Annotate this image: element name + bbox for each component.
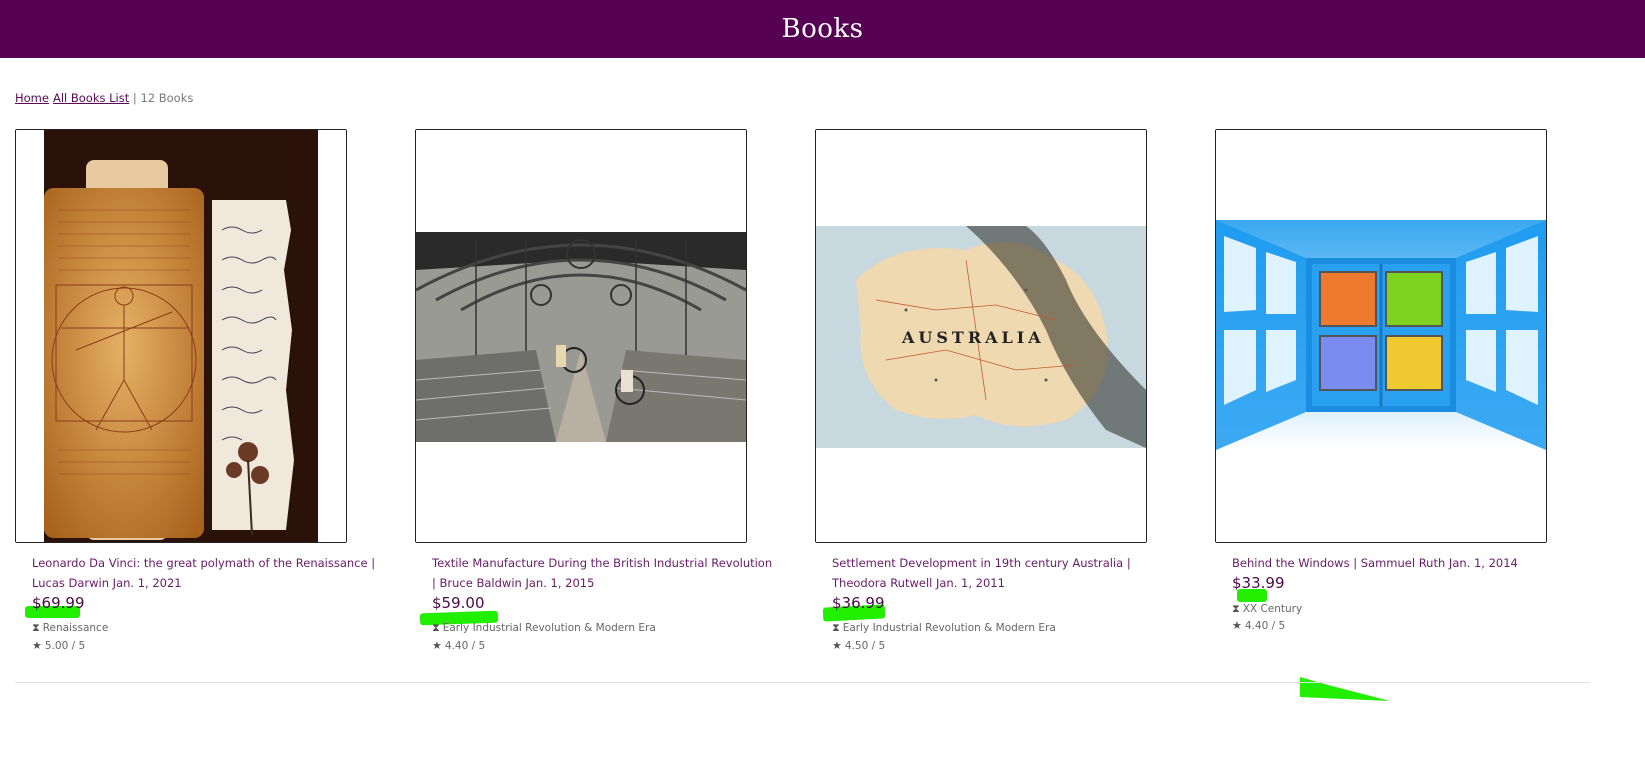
book-cover-image[interactable]: [415, 129, 747, 543]
section-divider: [15, 682, 1590, 683]
site-header: Books: [0, 0, 1645, 58]
book-era: ⧗ Renaissance: [32, 621, 108, 635]
hourglass-icon: ⧗: [832, 621, 840, 634]
book-price: $59.00: [432, 594, 485, 612]
book-title-line2[interactable]: Theodora Rutwell Jan. 1, 2011: [832, 576, 1005, 590]
book-title-line2[interactable]: Lucas Darwin Jan. 1, 2021: [32, 576, 182, 590]
book-price: $36.99: [832, 594, 885, 612]
book-title-link[interactable]: Leonardo Da Vinci: the great polymath of…: [32, 553, 382, 593]
book-title-line1[interactable]: Leonardo Da Vinci: the great polymath of…: [32, 556, 375, 570]
hourglass-icon: ⧗: [1232, 602, 1240, 615]
book-title-link[interactable]: Behind the Windows | Sammuel Ruth Jan. 1…: [1232, 553, 1582, 573]
book-era-label: XX Century: [1242, 603, 1303, 615]
book-era: ⧗ Early Industrial Revolution & Modern Er…: [432, 621, 656, 635]
book-price: $33.99: [1232, 574, 1285, 592]
hourglass-icon: ⧗: [432, 621, 440, 634]
book-cover-image[interactable]: [15, 129, 347, 543]
book-era-label: Early Industrial Revolution & Modern Era: [442, 622, 656, 634]
book-rating-value: 4.50 / 5: [844, 640, 886, 652]
book-rating-value: 4.40 / 5: [1244, 620, 1286, 632]
book-title-line1[interactable]: Behind the Windows | Sammuel Ruth Jan. 1…: [1232, 556, 1518, 570]
home-link[interactable]: Home: [15, 91, 49, 105]
breadcrumb: Home All Books List | 12 Books: [15, 91, 193, 105]
book-cover-image[interactable]: AUSTRALIA: [815, 129, 1147, 543]
book-rating-value: 5.00 / 5: [44, 640, 86, 652]
book-era-label: Renaissance: [42, 622, 109, 634]
book-price: $69.99: [32, 594, 85, 612]
star-icon: ★: [832, 639, 842, 652]
book-rating: ★ 4.50 / 5: [832, 639, 885, 652]
book-title-link[interactable]: Settlement Development in 19th century A…: [832, 553, 1182, 593]
breadcrumb-separator: |: [132, 91, 137, 105]
book-era: ⧗ XX Century: [1232, 602, 1302, 616]
book-title-link[interactable]: Textile Manufacture During the British I…: [432, 553, 782, 593]
book-title-line2[interactable]: | Bruce Baldwin Jan. 1, 2015: [432, 576, 594, 590]
book-rating: ★ 5.00 / 5: [32, 639, 85, 652]
star-icon: ★: [32, 639, 42, 652]
book-rating-value: 4.40 / 5: [444, 640, 486, 652]
highlight-mark: [1300, 677, 1390, 701]
book-title-line1[interactable]: Settlement Development in 19th century A…: [832, 556, 1131, 570]
page-title: Books: [781, 14, 864, 44]
book-era: ⧗ Early Industrial Revolution & Modern Er…: [832, 621, 1056, 635]
star-icon: ★: [1232, 619, 1242, 632]
book-title-line1[interactable]: Textile Manufacture During the British I…: [432, 556, 772, 570]
map-label: AUSTRALIA: [901, 328, 1045, 347]
star-icon: ★: [432, 639, 442, 652]
book-cover-image[interactable]: [1215, 129, 1547, 543]
hourglass-icon: ⧗: [32, 621, 40, 634]
book-rating: ★ 4.40 / 5: [432, 639, 485, 652]
all-books-link[interactable]: All Books List: [53, 91, 129, 105]
book-count: 12 Books: [140, 91, 194, 105]
book-era-label: Early Industrial Revolution & Modern Era: [842, 622, 1056, 634]
book-rating: ★ 4.40 / 5: [1232, 619, 1285, 632]
